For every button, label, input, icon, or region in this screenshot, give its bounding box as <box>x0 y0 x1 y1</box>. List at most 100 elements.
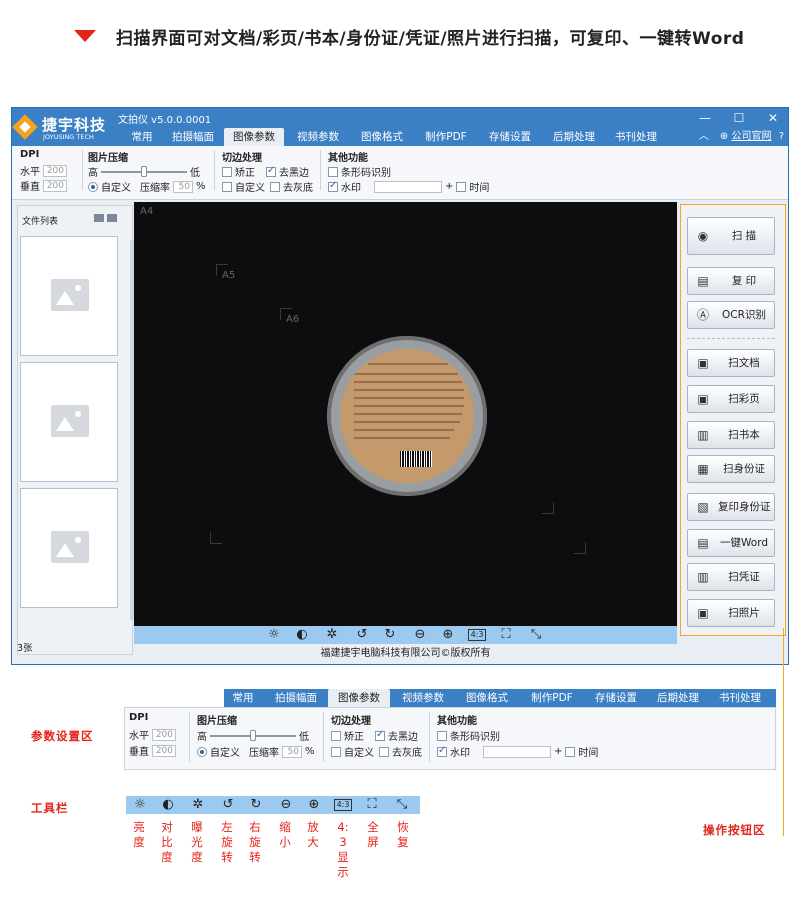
banner-title: 扫描界面可对文档/彩页/书本/身份证/凭证/照片进行扫描，可复印、一键转Word <box>116 29 745 49</box>
contrast-icon[interactable]: ◐ <box>294 627 310 643</box>
crop-custom-checkbox[interactable] <box>222 181 232 192</box>
correct-checkbox[interactable] <box>222 166 232 177</box>
exposure-icon[interactable]: ✲ <box>324 627 340 643</box>
tab-video-params-copy[interactable]: 视频参数 <box>392 689 454 707</box>
file-count: 3张 <box>17 643 33 654</box>
maximize-icon[interactable]: ☐ <box>730 110 748 126</box>
rotate-right-icon[interactable]: ↻ <box>248 797 264 813</box>
remove-black-checkbox-copy[interactable] <box>375 729 385 741</box>
watermark-input[interactable] <box>374 180 442 193</box>
watermark-input-copy[interactable] <box>483 745 551 758</box>
dpi-h-input-copy[interactable]: 200 <box>152 728 176 741</box>
scan-color-button[interactable]: ▣ 扫彩页 <box>687 385 775 413</box>
remove-black-checkbox[interactable] <box>266 165 276 177</box>
tab-image-params[interactable]: 图像参数 <box>224 128 284 146</box>
brightness-icon[interactable]: ☼ <box>132 797 148 813</box>
fullscreen-icon[interactable]: ⛶ <box>498 627 514 643</box>
tabs-annotation-copy: 常用 拍摄幅面 图像参数 视频参数 图像格式 制作PDF 存储设置 后期处理 书… <box>224 689 776 707</box>
tab-book-process-copy[interactable]: 书刊处理 <box>710 689 770 707</box>
dpi-v-input[interactable]: 200 <box>43 179 67 192</box>
tab-post-process-copy[interactable]: 后期处理 <box>648 689 708 707</box>
file-thumbnail[interactable] <box>20 362 118 482</box>
tab-image-params-copy[interactable]: 图像参数 <box>328 689 390 707</box>
tab-video-params[interactable]: 视频参数 <box>288 128 348 146</box>
watermark-checkbox[interactable] <box>328 180 338 192</box>
fullscreen-icon[interactable]: ⛶ <box>364 797 380 813</box>
tab-capture-size-copy[interactable]: 拍摄幅面 <box>268 689 324 707</box>
close-icon[interactable]: ✕ <box>764 110 782 126</box>
zoom-out-icon[interactable]: ⊖ <box>278 797 294 813</box>
correct-label: 矫正 <box>235 168 255 179</box>
dpi-v-input-copy[interactable]: 200 <box>152 744 176 757</box>
zoom-out-icon[interactable]: ⊖ <box>412 627 428 643</box>
barcode-checkbox[interactable] <box>328 166 338 177</box>
toolbar-label-aspect: 4:3显示 <box>337 820 349 879</box>
collapse-icon[interactable]: ︿ <box>699 131 709 142</box>
scan-id-button[interactable]: ▦ 扫身份证 <box>687 455 775 483</box>
compress-section: 图片压缩 高 低 自定义 压缩率 50% <box>88 149 212 199</box>
file-list: 文件列表 <box>17 205 136 655</box>
contrast-icon[interactable]: ◐ <box>160 797 176 813</box>
compress-slider-knob[interactable] <box>141 165 147 177</box>
scan-button[interactable]: ◉ 扫 描 <box>687 217 775 255</box>
rotate-right-icon[interactable]: ↻ <box>382 627 398 643</box>
zoom-in-icon[interactable]: ⊕ <box>440 627 456 643</box>
copy-button[interactable]: ▤ 复 印 <box>687 267 775 295</box>
folder-open-icon[interactable] <box>107 214 117 222</box>
zoom-in-icon[interactable]: ⊕ <box>306 797 322 813</box>
camera-preview[interactable]: A4 A5 A6 <box>134 202 677 626</box>
op-area-pointer <box>783 628 784 836</box>
rotate-left-icon[interactable]: ↺ <box>220 797 236 813</box>
file-thumbnail[interactable] <box>20 488 118 608</box>
compress-slider[interactable] <box>101 165 187 177</box>
aspect-4-3-icon[interactable]: 4:3 <box>468 629 486 641</box>
exposure-icon[interactable]: ✲ <box>190 797 206 813</box>
compress-slider-copy[interactable] <box>210 729 296 741</box>
ocr-button[interactable]: Ⓐ OCR识别 <box>687 301 775 329</box>
time-label: 时间 <box>469 183 490 194</box>
scan-doc-button[interactable]: ▣ 扫文档 <box>687 349 775 377</box>
tab-make-pdf-copy[interactable]: 制作PDF <box>522 689 582 707</box>
compress-custom-radio[interactable] <box>88 181 98 192</box>
minimize-icon[interactable]: — <box>696 110 714 126</box>
file-thumbnail[interactable] <box>20 236 118 356</box>
copy-id-button[interactable]: ▧ 复印身份证 <box>687 493 775 521</box>
compress-rate-input[interactable]: 50 <box>173 180 193 193</box>
remove-gray-checkbox[interactable] <box>270 181 280 192</box>
tab-storage[interactable]: 存储设置 <box>480 128 540 146</box>
time-checkbox-copy[interactable] <box>565 746 576 757</box>
brightness-icon[interactable]: ☼ <box>266 627 282 643</box>
restore-icon[interactable]: ⤡ <box>394 797 410 813</box>
tab-image-format-copy[interactable]: 图像格式 <box>456 689 518 707</box>
tab-capture-size[interactable]: 拍摄幅面 <box>164 128 222 146</box>
tab-book-process[interactable]: 书刊处理 <box>606 128 666 146</box>
tab-common[interactable]: 常用 <box>120 128 164 146</box>
camera-icon: ◉ <box>697 229 709 243</box>
scan-photo-button[interactable]: ▣ 扫照片 <box>687 599 775 627</box>
rotate-left-icon[interactable]: ↺ <box>354 627 370 643</box>
remove-gray-label: 去灰底 <box>283 183 313 194</box>
official-site-link[interactable]: 公司官网 <box>732 131 772 142</box>
watermark-checkbox-copy[interactable] <box>437 745 447 757</box>
time-checkbox[interactable] <box>456 181 467 192</box>
folder-icon[interactable] <box>94 214 104 222</box>
restore-icon[interactable]: ⤡ <box>528 627 544 643</box>
image-toolbar-copy: ☼ ◐ ✲ ↺ ↻ ⊖ ⊕ 4:3 ⛶ ⤡ <box>126 796 420 814</box>
tab-post-process[interactable]: 后期处理 <box>544 128 604 146</box>
tab-image-format[interactable]: 图像格式 <box>352 128 412 146</box>
dpi-h-input[interactable]: 200 <box>43 164 67 177</box>
compress-rate-input-copy[interactable]: 50 <box>282 745 302 758</box>
scan-book-button[interactable]: ▥ 扫书本 <box>687 421 775 449</box>
tab-make-pdf[interactable]: 制作PDF <box>416 128 476 146</box>
crop-custom-checkbox-copy[interactable] <box>331 746 341 757</box>
tab-storage-copy[interactable]: 存储设置 <box>586 689 646 707</box>
help-icon[interactable]: ? <box>779 131 784 142</box>
compress-custom-radio-copy[interactable] <box>197 746 207 757</box>
tab-common-copy[interactable]: 常用 <box>224 689 262 707</box>
word-button[interactable]: ▤ 一键Word <box>687 529 775 557</box>
correct-checkbox-copy[interactable] <box>331 730 341 741</box>
scan-voucher-button[interactable]: ▥ 扫凭证 <box>687 563 775 591</box>
remove-gray-checkbox-copy[interactable] <box>379 746 389 757</box>
aspect-4-3-icon[interactable]: 4:3 <box>334 799 352 811</box>
barcode-checkbox-copy[interactable] <box>437 730 447 741</box>
